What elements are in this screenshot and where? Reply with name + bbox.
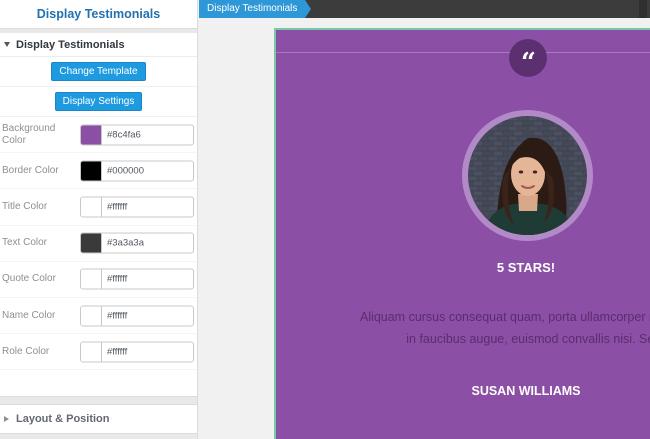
- role-color-field[interactable]: #ffffff: [80, 341, 194, 363]
- role-color-row: Role Color #ffffff: [0, 334, 197, 371]
- caret-right-icon: [4, 416, 9, 422]
- display-settings-button[interactable]: Display Settings: [54, 92, 143, 111]
- background-color-swatch[interactable]: [81, 125, 102, 145]
- quote-color-swatch[interactable]: [81, 269, 102, 289]
- border-color-label: Border Color: [2, 164, 59, 176]
- quote-color-row: Quote Color #ffffff: [0, 262, 197, 298]
- panel-footer-strip: [0, 433, 197, 439]
- border-color-row: Border Color #000000: [0, 153, 197, 190]
- section-toggle-display-testimonials[interactable]: Display Testimonials: [0, 33, 197, 57]
- panel-divider-bottom: [0, 396, 197, 405]
- text-color-swatch[interactable]: [81, 233, 102, 253]
- role-color-label: Role Color: [2, 345, 50, 357]
- caret-down-icon: [4, 42, 10, 47]
- card-divider-line: [276, 52, 650, 53]
- avatar: [462, 110, 593, 241]
- testimonial-card[interactable]: “ 5 STARS! Aliquam cursus consequat quam…: [274, 28, 650, 439]
- avatar-photo: [468, 116, 587, 235]
- title-color-field[interactable]: #ffffff: [80, 196, 194, 218]
- breadcrumb-bar: Display Testimonials: [199, 0, 650, 18]
- testimonial-text-line-1: Aliquam cursus consequat quam, porta ull…: [359, 310, 650, 324]
- testimonial-text-line-2: in faucibus augue, euismod convallis nis…: [406, 332, 650, 346]
- background-color-field[interactable]: #8c4fa6: [80, 124, 194, 146]
- quote-color-label: Quote Color: [2, 273, 56, 285]
- title-color-row: Title Color #ffffff: [0, 189, 197, 226]
- text-color-value[interactable]: #3a3a3a: [107, 238, 144, 249]
- quote-icon: “: [509, 39, 547, 77]
- quote-color-field[interactable]: #ffffff: [80, 268, 194, 290]
- section-title-layout: Layout & Position: [16, 413, 110, 425]
- text-color-row: Text Color #3a3a3a: [0, 226, 197, 262]
- breadcrumb-item-display-testimonials[interactable]: Display Testimonials: [199, 0, 312, 18]
- change-template-row: Change Template: [0, 57, 197, 87]
- title-color-label: Title Color: [2, 200, 48, 212]
- name-color-label: Name Color: [2, 309, 56, 321]
- background-color-value[interactable]: #8c4fa6: [107, 129, 141, 140]
- role-color-value[interactable]: #ffffff: [107, 346, 127, 357]
- border-color-value[interactable]: #000000: [107, 165, 144, 176]
- name-color-row: Name Color #ffffff: [0, 298, 197, 335]
- border-color-field[interactable]: #000000: [80, 160, 194, 182]
- settings-panel: Display Testimonials Display Testimonial…: [0, 0, 198, 439]
- panel-title: Display Testimonials: [36, 7, 161, 21]
- section-title: Display Testimonials: [16, 38, 125, 51]
- name-color-value[interactable]: #ffffff: [107, 310, 127, 321]
- testimonial-title: 5 STARS!: [496, 260, 556, 275]
- preview-canvas: “ 5 STARS! Aliquam cursus consequat quam…: [199, 18, 650, 439]
- text-color-label: Text Color: [2, 237, 48, 249]
- topbar-edge: [639, 0, 647, 18]
- name-color-field[interactable]: #ffffff: [80, 305, 194, 327]
- title-color-value[interactable]: #ffffff: [107, 201, 127, 212]
- border-color-swatch[interactable]: [81, 161, 102, 181]
- title-color-swatch[interactable]: [81, 197, 102, 217]
- testimonial-name: SUSAN WILLIAMS: [471, 384, 581, 398]
- background-color-row: Background Color #8c4fa6: [0, 117, 197, 154]
- quote-color-value[interactable]: #ffffff: [107, 274, 127, 285]
- name-color-swatch[interactable]: [81, 306, 102, 326]
- section-toggle-layout-position[interactable]: Layout & Position: [0, 405, 197, 433]
- role-color-swatch[interactable]: [81, 342, 102, 362]
- avatar-portrait-image: [468, 116, 587, 235]
- display-settings-row: Display Settings: [0, 87, 197, 117]
- change-template-button[interactable]: Change Template: [51, 62, 146, 81]
- quote-mark-glyph: “: [521, 48, 536, 78]
- text-color-field[interactable]: #3a3a3a: [80, 232, 194, 254]
- background-color-label: Background Color: [2, 122, 56, 146]
